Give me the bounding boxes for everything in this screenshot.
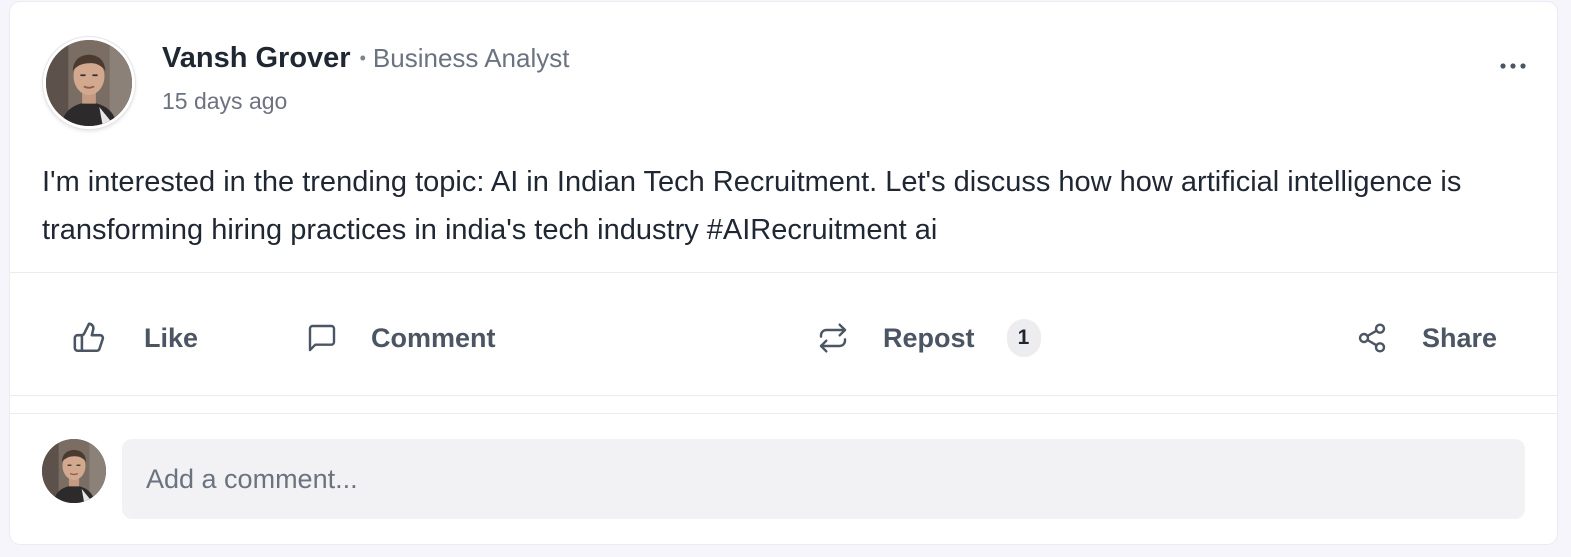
- action-bar: Like Comment Repost 1 Share: [10, 282, 1557, 394]
- author-name[interactable]: Vansh Grover: [162, 42, 351, 75]
- avatar-photo-icon: [46, 40, 132, 126]
- comment-button[interactable]: Comment: [306, 318, 496, 358]
- current-user-avatar: [42, 439, 106, 503]
- share-button[interactable]: Share: [1356, 318, 1497, 358]
- avatar-photo-icon: [42, 439, 106, 503]
- author-title: Business Analyst: [372, 43, 570, 73]
- separator-dot: •: [359, 48, 366, 68]
- divider: [10, 272, 1557, 273]
- more-options-button[interactable]: [1493, 52, 1533, 80]
- post-card: Vansh Grover • Business Analyst 15 days …: [10, 2, 1557, 544]
- repost-button[interactable]: Repost 1: [816, 318, 1041, 358]
- author-avatar[interactable]: [43, 37, 135, 129]
- more-horizontal-icon: [1500, 63, 1526, 69]
- share-label: Share: [1422, 322, 1498, 353]
- divider: [10, 395, 1557, 396]
- thumbs-up-icon: [73, 322, 105, 353]
- like-button[interactable]: Like: [72, 318, 198, 358]
- repeat-icon: [819, 323, 847, 353]
- divider: [10, 413, 1557, 414]
- repost-count-badge: 1: [1006, 319, 1041, 357]
- message-square-icon: [308, 324, 336, 352]
- repost-label: Repost: [883, 322, 975, 353]
- share-icon: [1358, 323, 1386, 353]
- comment-input[interactable]: [122, 439, 1525, 519]
- post-timestamp: 15 days ago: [162, 88, 288, 114]
- post-body: I'm interested in the trending topic: AI…: [42, 166, 1462, 246]
- like-label: Like: [144, 322, 199, 353]
- comment-label: Comment: [371, 322, 496, 353]
- author-line: Vansh Grover • Business Analyst: [162, 42, 569, 75]
